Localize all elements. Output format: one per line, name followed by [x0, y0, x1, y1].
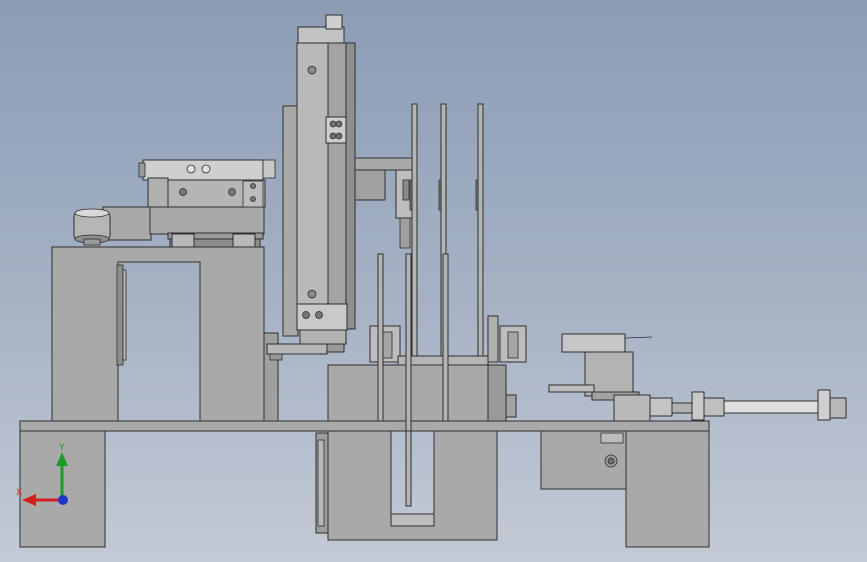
y-axis-label: Y — [58, 443, 65, 453]
gripper-arm — [354, 157, 417, 249]
roller-assembly — [73, 206, 152, 246]
base-leg-right — [625, 430, 710, 548]
left-pedestal — [51, 246, 279, 422]
magazine-block — [327, 315, 527, 422]
cad-viewport[interactable]: Y X — [0, 0, 867, 562]
assembly-drawing: Y X — [16, 14, 847, 548]
vertical-column — [266, 14, 356, 361]
x-axis-label: X — [16, 488, 22, 498]
z-axis-dot — [58, 495, 68, 505]
horizontal-slide — [138, 159, 276, 248]
